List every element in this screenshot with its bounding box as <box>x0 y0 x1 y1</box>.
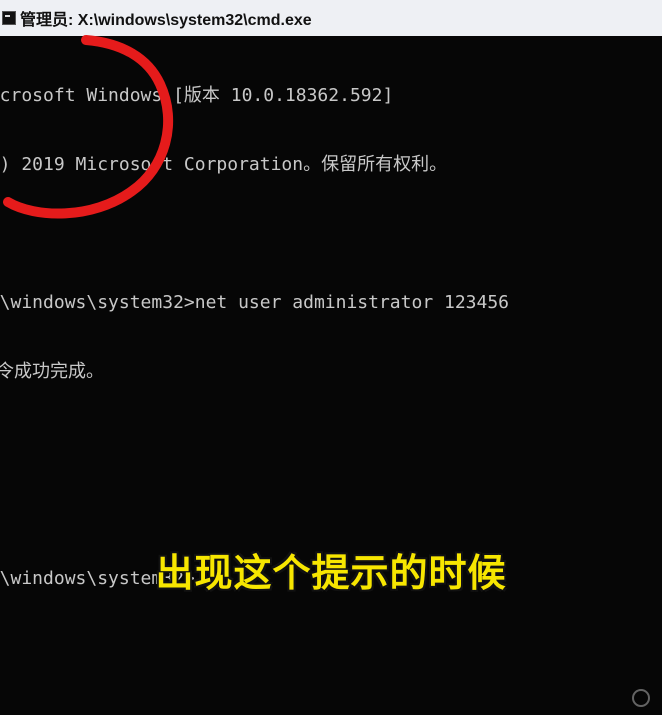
console-line: Microsoft Windows [版本 10.0.18362.592] <box>0 85 394 106</box>
watermark-icon <box>632 689 650 707</box>
cmd-window: 管理员: X:\windows\system32\cmd.exe Microso… <box>0 0 662 715</box>
cmd-icon <box>2 11 16 25</box>
window-title: 管理员: X:\windows\system32\cmd.exe <box>20 12 312 29</box>
console-line: X:\windows\system32>net user administrat… <box>0 292 510 313</box>
caption-subtitle: 出现这个提示的时候 <box>155 551 507 595</box>
console-line: (c) 2019 Microsoft Corporation。保留所有权利。 <box>0 154 448 175</box>
console-line: 命令成功完成。 <box>0 361 104 382</box>
title-bar[interactable]: 管理员: X:\windows\system32\cmd.exe <box>0 0 662 36</box>
